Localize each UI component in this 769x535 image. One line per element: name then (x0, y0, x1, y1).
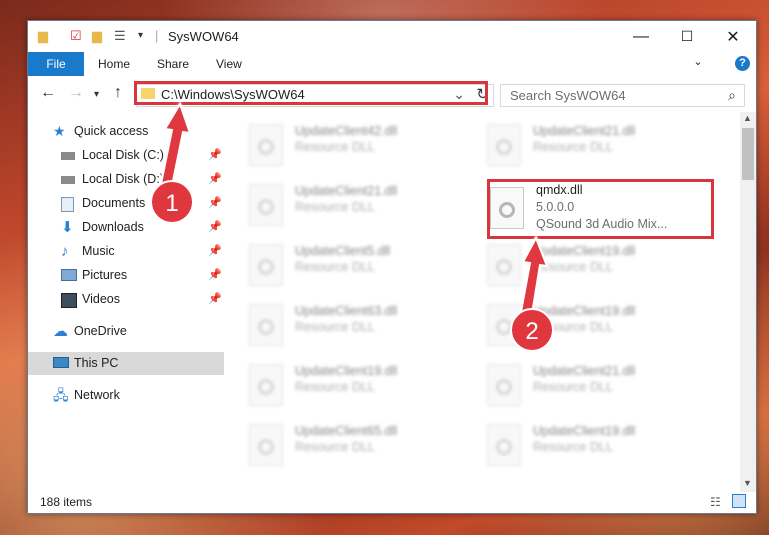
annotation-arrows (159, 101, 549, 316)
arrow-2 (519, 235, 549, 316)
step-2-badge: 2 (510, 308, 554, 352)
step-1-badge: 1 (150, 180, 194, 224)
arrow-1 (159, 101, 192, 188)
